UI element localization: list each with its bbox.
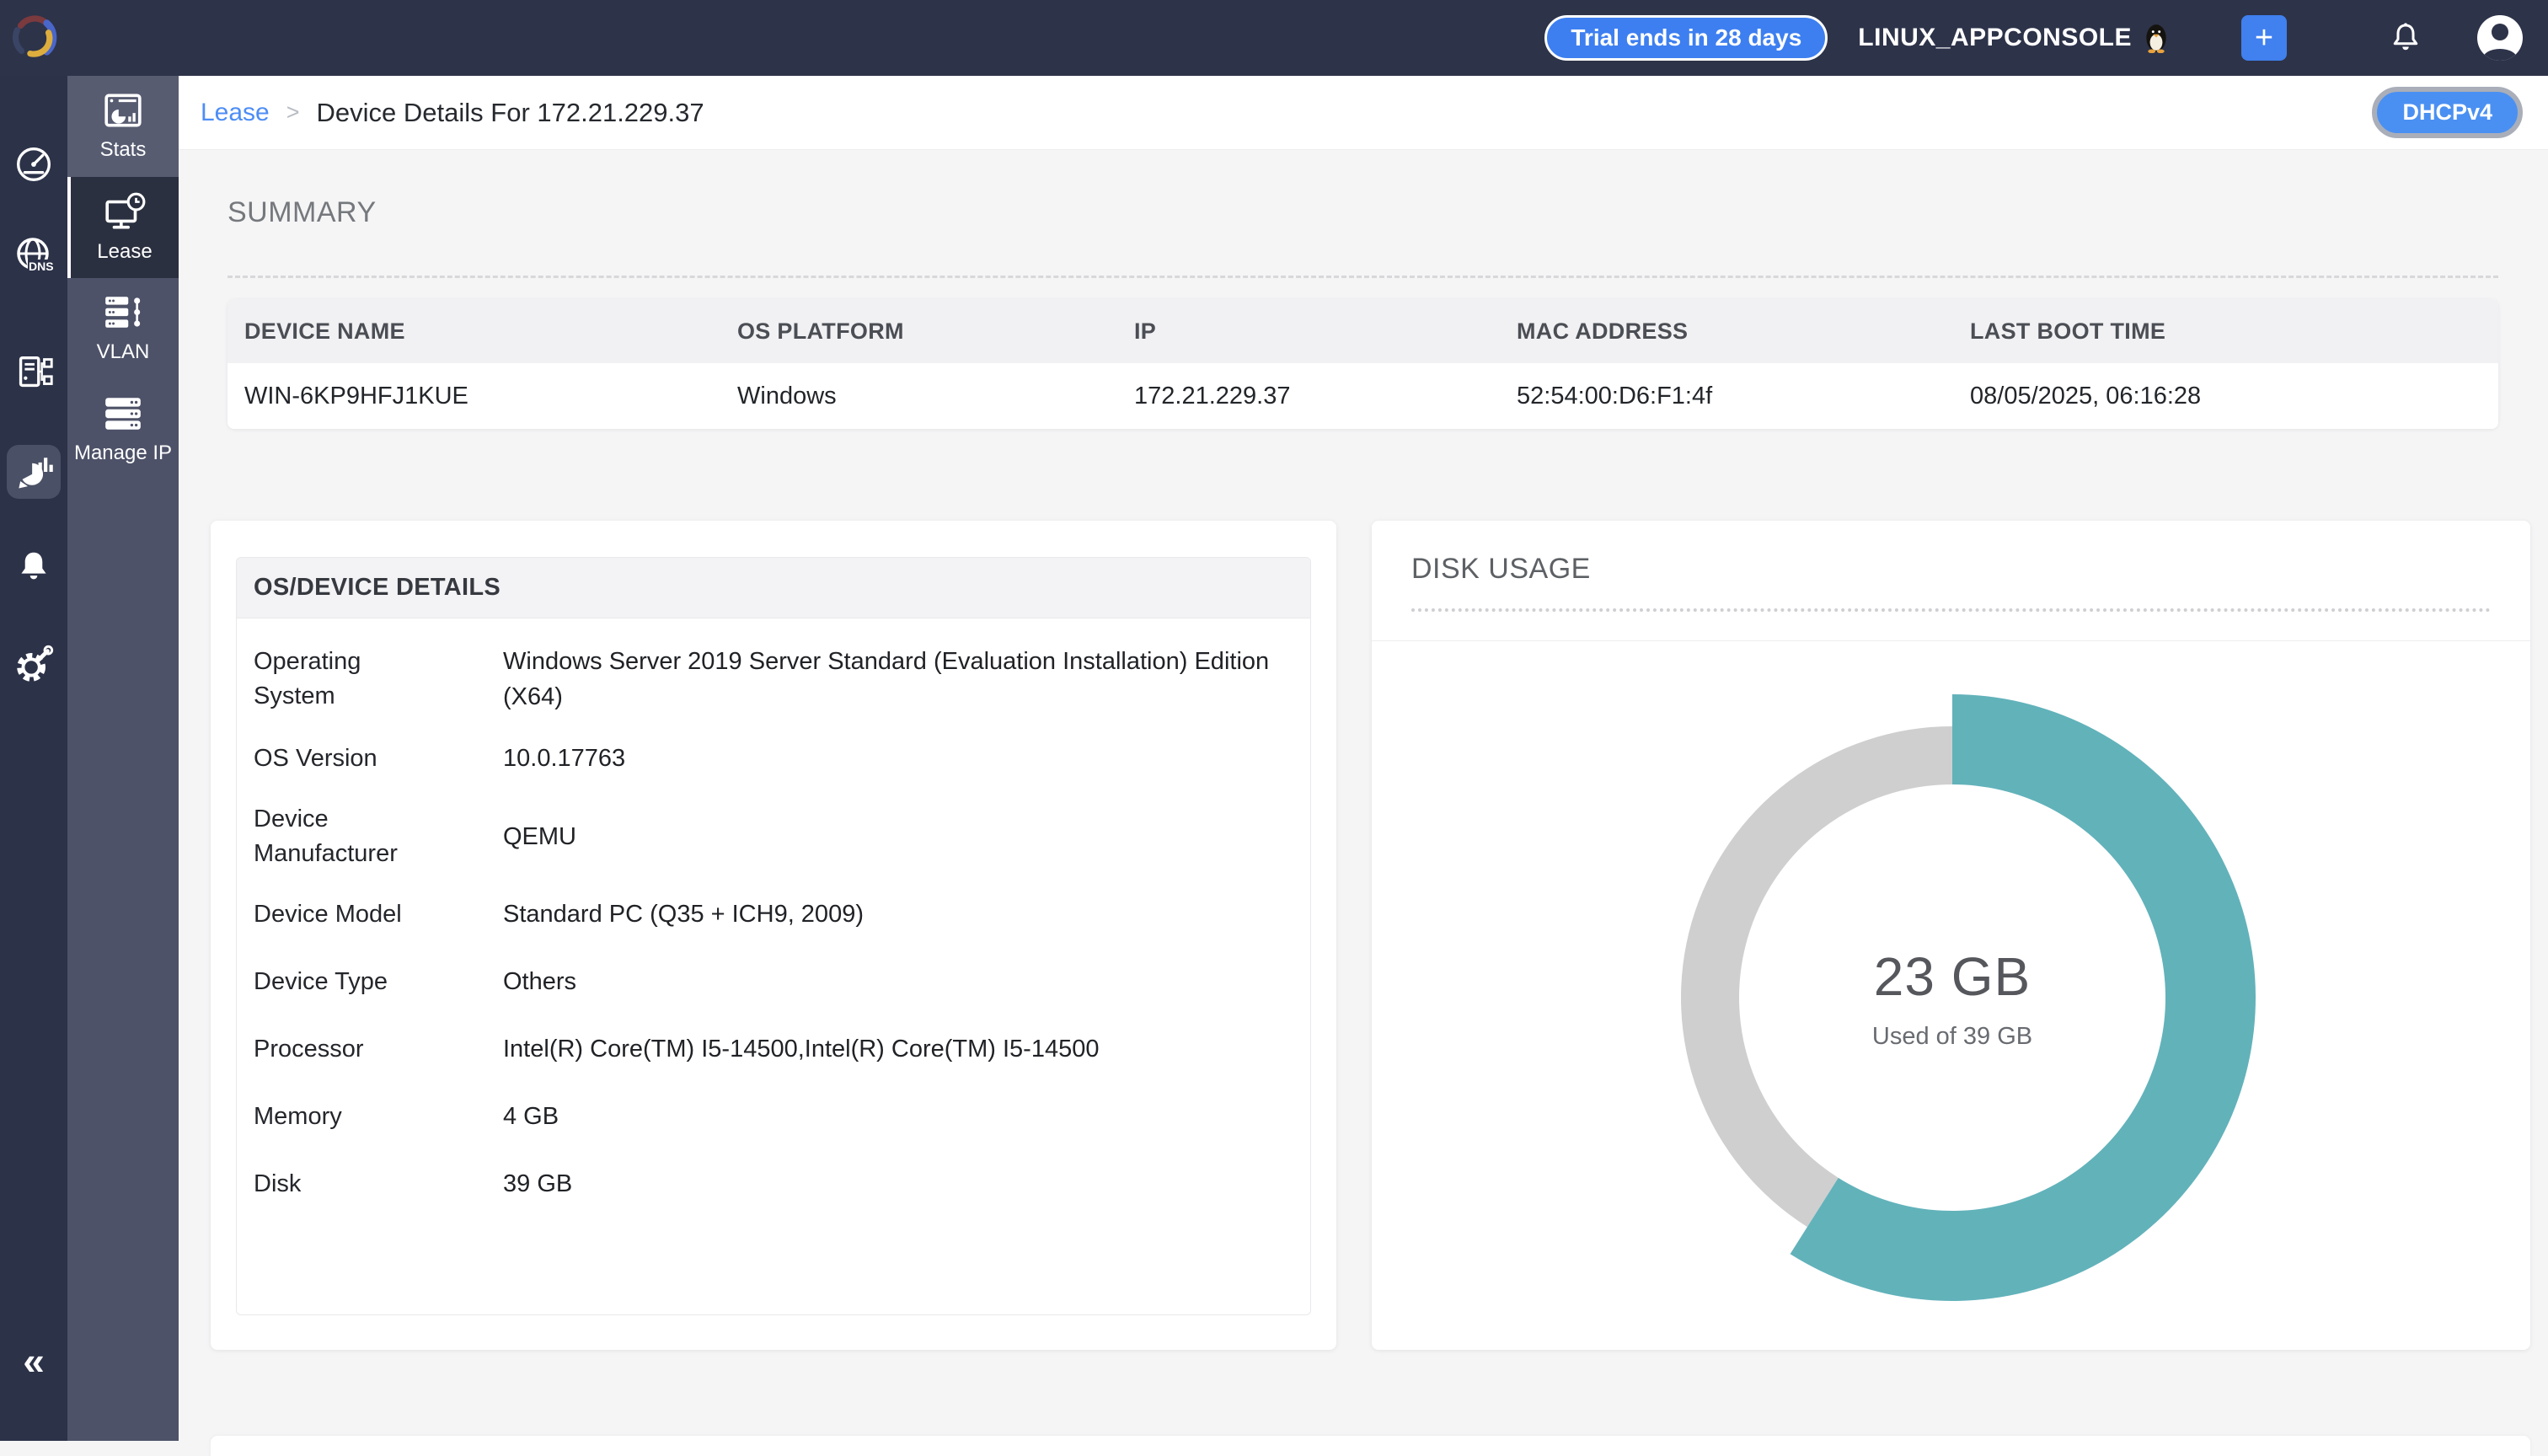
detail-row-memory: Memory 4 GB — [254, 1083, 1293, 1150]
col-mac-address: MAC ADDRESS — [1517, 318, 1970, 345]
sidebar-item-alerts[interactable] — [0, 536, 67, 597]
avatar-head — [2492, 24, 2508, 40]
disk-usage-panel: DISK USAGE 23 GB Used of 39 GB — [1372, 521, 2530, 1350]
cell-last-boot-time: 08/05/2025, 06:16:28 — [1970, 383, 2498, 410]
os-device-details-title: OS/DEVICE DETAILS — [237, 558, 1310, 618]
app-logo[interactable] — [0, 12, 67, 64]
svg-text:DNS: DNS — [29, 260, 54, 273]
os-device-details-rows: Operating System Windows Server 2019 Ser… — [237, 618, 1310, 1218]
dns-globe-icon: DNS — [10, 233, 57, 280]
cell-device-name: WIN-6KP9HFJ1KUE — [244, 383, 737, 410]
col-device-name: DEVICE NAME — [244, 318, 737, 345]
breadcrumb-lease-link[interactable]: Lease — [201, 99, 270, 127]
user-avatar[interactable] — [2477, 15, 2523, 61]
table-row: WIN-6KP9HFJ1KUE Windows 172.21.229.37 52… — [228, 363, 2498, 429]
breadcrumb-separator: > — [286, 99, 300, 126]
cell-os-platform: Windows — [737, 383, 1134, 410]
sidebar-item-ipam[interactable] — [0, 342, 67, 403]
cell-mac-address: 52:54:00:D6:F1:4f — [1517, 383, 1970, 410]
trial-badge[interactable]: Trial ends in 28 days — [1544, 15, 1828, 61]
donut-center-labels: 23 GB Used of 39 GB — [1632, 677, 2272, 1318]
detail-row-disk: Disk 39 GB — [254, 1150, 1293, 1218]
disk-used-value: 23 GB — [1874, 945, 2031, 1008]
sidebar-item-stats[interactable]: Stats — [67, 76, 179, 177]
page-title: Device Details For 172.21.229.37 — [317, 98, 704, 128]
settings-gear-wrench-icon — [11, 643, 56, 688]
sidebar-item-dns[interactable]: DNS — [0, 226, 67, 286]
scroll-area[interactable]: SUMMARY DEVICE NAME OS PLATFORM IP MAC A… — [179, 151, 2548, 1441]
summary-table-header: DEVICE NAME OS PLATFORM IP MAC ADDRESS L… — [228, 299, 2498, 363]
sidebar-item-analytics-active[interactable] — [7, 445, 61, 499]
next-panel-peek — [211, 1436, 2530, 1456]
summary-divider — [228, 276, 2498, 278]
sidebar-item-label: Lease — [97, 240, 152, 264]
summary-section-title: SUMMARY — [228, 196, 377, 229]
breadcrumb: Lease > Device Details For 172.21.229.37… — [179, 76, 2548, 150]
account-name: LINUX_APPCONSOLE — [1858, 24, 2132, 52]
secondary-sidebar: Stats Lease VLAN — [67, 76, 179, 1441]
primary-sidebar: DNS — [0, 0, 67, 1441]
sidebar-item-settings[interactable] — [0, 635, 67, 696]
os-device-details-panel: OS/DEVICE DETAILS Operating System Windo… — [211, 521, 1336, 1350]
account-menu[interactable]: LINUX_APPCONSOLE — [1858, 23, 2169, 53]
detail-row-device-type: Device Type Others — [254, 948, 1293, 1015]
alerts-bell-icon — [13, 546, 54, 586]
bell-icon — [2388, 19, 2423, 57]
disk-usage-divider — [1411, 608, 2491, 612]
add-button[interactable]: + — [2241, 15, 2287, 61]
main-content: Lease > Device Details For 172.21.229.37… — [179, 76, 2548, 1441]
disk-usage-title: DISK USAGE — [1411, 553, 1591, 586]
disk-chart-divider — [1372, 640, 2530, 641]
summary-table: DEVICE NAME OS PLATFORM IP MAC ADDRESS L… — [228, 299, 2498, 429]
sidebar-item-label: Manage IP — [74, 442, 172, 465]
sidebar-item-manage-ip[interactable]: Manage IP — [67, 379, 179, 480]
notifications-button[interactable] — [2388, 19, 2423, 57]
sidebar-item-vlan[interactable]: VLAN — [67, 278, 179, 379]
logo-swirl-icon — [9, 12, 58, 64]
col-ip: IP — [1134, 318, 1517, 345]
lease-icon — [103, 191, 147, 232]
sidebar-item-dashboard[interactable] — [0, 135, 67, 195]
top-bar: Trial ends in 28 days LINUX_APPCONSOLE + — [0, 0, 2548, 76]
manage-ip-icon — [102, 394, 144, 433]
detail-row-os-version: OS Version 10.0.17763 — [254, 725, 1293, 792]
detail-row-processor: Processor Intel(R) Core(TM) I5-14500,Int… — [254, 1015, 1293, 1083]
avatar-body — [2483, 49, 2517, 61]
dashboard-icon — [11, 142, 56, 188]
sidebar-collapse-button[interactable]: « — [0, 1341, 67, 1380]
sidebar-item-label: VLAN — [97, 340, 150, 364]
disk-used-caption: Used of 39 GB — [1872, 1023, 2032, 1051]
col-os-platform: OS PLATFORM — [737, 318, 1134, 345]
sidebar-item-lease[interactable]: Lease — [67, 177, 179, 278]
stats-icon — [102, 91, 144, 130]
vlan-icon — [102, 293, 144, 332]
cell-ip: 172.21.229.37 — [1134, 383, 1517, 410]
ipam-document-network-icon — [11, 350, 56, 395]
penguin-icon — [2144, 23, 2169, 53]
dhcpv4-badge[interactable]: DHCPv4 — [2372, 87, 2523, 138]
os-device-details-card: OS/DEVICE DETAILS Operating System Windo… — [236, 557, 1311, 1315]
sidebar-item-label: Stats — [100, 138, 147, 162]
analytics-pie-icon — [12, 450, 56, 494]
col-last-boot-time: LAST BOOT TIME — [1970, 318, 2498, 345]
detail-row-device-manufacturer: Device Manufacturer QEMU — [254, 792, 1293, 881]
detail-row-operating-system: Operating System Windows Server 2019 Ser… — [254, 634, 1293, 725]
detail-row-device-model: Device Model Standard PC (Q35 + ICH9, 20… — [254, 881, 1293, 948]
